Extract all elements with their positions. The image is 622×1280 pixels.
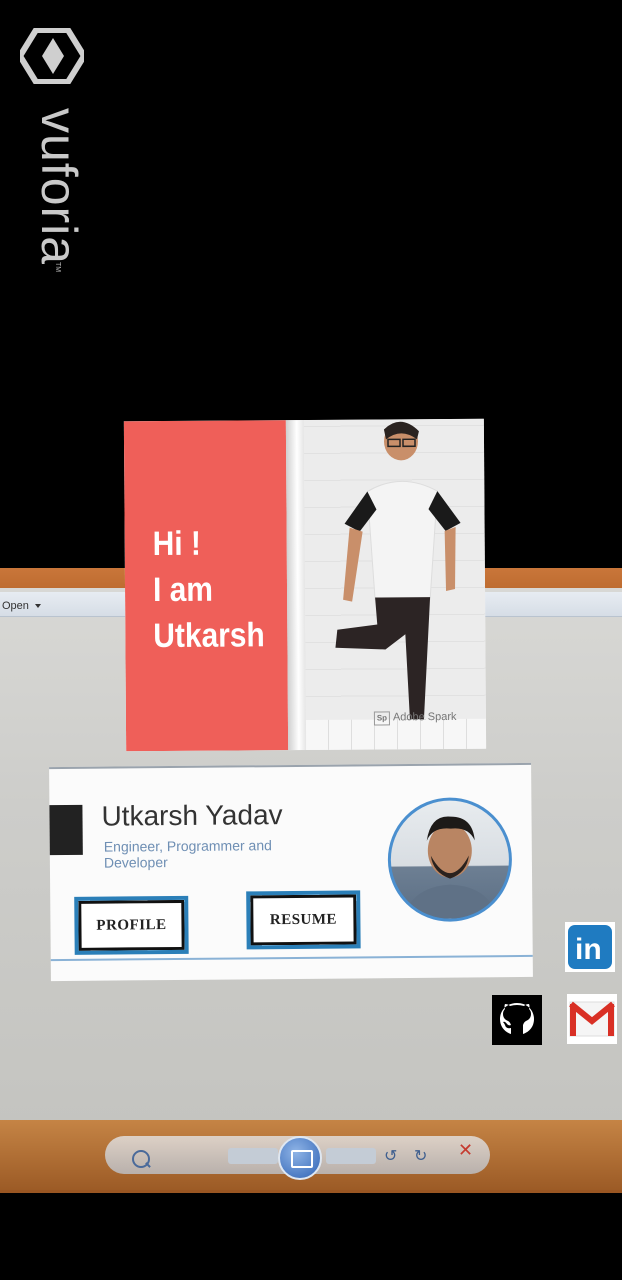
- avatar: [387, 797, 513, 923]
- greeting-line: I am: [152, 570, 214, 610]
- github-icon[interactable]: [492, 995, 542, 1045]
- trademark-mark: TM: [54, 262, 61, 273]
- adobe-spark-badge: Sp: [373, 711, 390, 726]
- previous-button[interactable]: [228, 1148, 278, 1164]
- caret-down-icon: [34, 604, 41, 609]
- intro-red-panel: Hi ! I am Utkarsh: [123, 420, 289, 752]
- zoom-icon[interactable]: [132, 1150, 150, 1168]
- slideshow-button[interactable]: [278, 1136, 322, 1180]
- open-menu[interactable]: Open: [2, 600, 41, 612]
- gmail-glyph: [569, 1001, 615, 1037]
- intro-divider: [285, 420, 307, 751]
- profile-subtitle: Engineer, Programmer and Developer: [103, 837, 272, 871]
- vuforia-logo-icon: [20, 28, 84, 84]
- greeting-line: Utkarsh: [153, 616, 265, 656]
- vuforia-wordmark: vuforia: [31, 108, 87, 266]
- person-standing-illustration: [335, 421, 461, 732]
- rotate-right-icon[interactable]: ↻: [414, 1146, 427, 1166]
- intro-card: Hi ! I am Utkarsh Sp Adobe Spark: [123, 418, 487, 752]
- intro-photo: [303, 418, 487, 750]
- profile-name: Utkarsh Yadav: [101, 799, 283, 832]
- card-rule: [50, 954, 533, 962]
- github-glyph: [500, 1003, 534, 1034]
- adobe-spark-watermark: Sp Adobe Spark: [373, 710, 457, 726]
- profile-button[interactable]: PROFILE: [74, 895, 189, 955]
- profile-card: Utkarsh Yadav Engineer, Programmer and D…: [49, 762, 533, 982]
- next-button[interactable]: [326, 1148, 376, 1164]
- linkedin-text: in: [575, 933, 602, 966]
- resume-button[interactable]: RESUME: [246, 890, 361, 950]
- intro-greeting: Hi ! I am Utkarsh: [153, 520, 265, 659]
- greeting-line: Hi !: [152, 524, 202, 564]
- adobe-spark-label: Adobe Spark: [392, 710, 457, 724]
- delete-icon[interactable]: ✕: [458, 1140, 473, 1161]
- open-menu-label: Open: [2, 600, 29, 612]
- avatar-portrait: [403, 816, 498, 920]
- accent-block: [49, 804, 83, 856]
- linkedin-glyph: in: [568, 925, 612, 969]
- ar-camera-view: Open ↺ ↻ ✕ vuforia TM Hi ! I am Utkarsh: [0, 0, 622, 1280]
- gmail-icon[interactable]: [567, 994, 617, 1044]
- rotate-left-icon[interactable]: ↺: [384, 1146, 397, 1166]
- linkedin-icon[interactable]: in: [565, 922, 615, 972]
